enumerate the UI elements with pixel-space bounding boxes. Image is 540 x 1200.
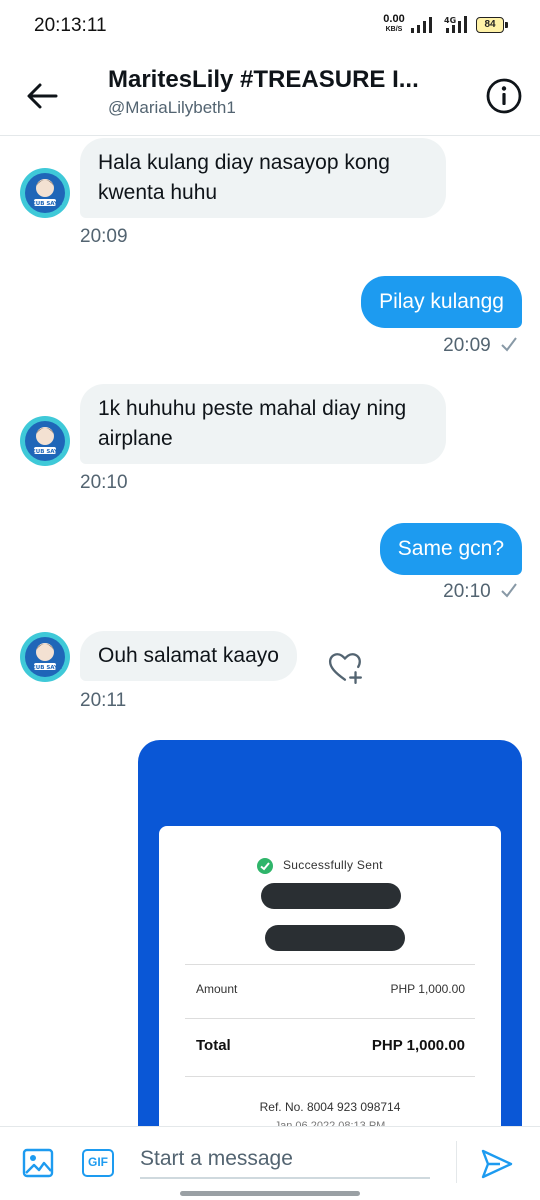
reference-number: Ref. No. 8004 923 098714 <box>259 1100 401 1114</box>
avatar-image: TEUB SAYA <box>18 630 72 684</box>
total-label: Total <box>196 1037 231 1054</box>
status-bar: 20:13:11 0.00 KB/S 4G 84 <box>0 0 540 52</box>
clock: 20:13:11 <box>34 15 107 36</box>
message-text: Pilay kulangg <box>379 290 504 313</box>
amount-label: Amount <box>196 982 238 996</box>
message-time: 20:11 <box>80 690 127 711</box>
message-time: 20:10 <box>80 472 128 493</box>
avatar-label: TEUB SAYA <box>28 449 62 455</box>
back-arrow-icon[interactable] <box>22 76 62 116</box>
avatar[interactable]: TEUB SAYA <box>18 166 72 220</box>
send-icon[interactable] <box>480 1147 514 1181</box>
message-text: Ouh salamat kaayo <box>98 644 279 667</box>
receipt-status: Successfully Sent <box>283 858 383 872</box>
amount-value: PHP 1,000.00 <box>390 982 465 996</box>
network-speed: 0.00 KB/S <box>383 13 405 34</box>
message-bubble-outgoing[interactable]: Same gcn? <box>379 523 522 575</box>
avatar-label: TEUB SAYA <box>28 201 62 207</box>
message-text: Hala kulang diay nasayop kong kwenta huh… <box>98 151 390 204</box>
message-bubble-incoming[interactable]: 1k huhuhu peste mahal diay ning airplane <box>80 384 446 464</box>
avatar[interactable]: TEUB SAYA <box>18 414 72 468</box>
message-bubble-incoming[interactable]: Ouh salamat kaayo <box>80 631 297 681</box>
avatar-image: TEUB SAYA <box>18 166 72 220</box>
network-type: 4G <box>444 16 456 25</box>
heart-plus-icon[interactable] <box>328 650 364 686</box>
redacted-bar <box>265 925 405 951</box>
message-time: 20:09 <box>443 335 518 357</box>
redacted-bar <box>261 883 401 909</box>
avatar-image: TEUB SAYA <box>18 414 72 468</box>
message-input[interactable] <box>140 1141 430 1179</box>
message-bubble-outgoing[interactable]: Pilay kulangg <box>361 276 522 328</box>
signal-icon <box>411 17 432 33</box>
attached-image[interactable]: Successfully Sent Amount PHP 1,000.00 To… <box>138 740 522 1140</box>
home-indicator <box>180 1191 360 1196</box>
message-bubble-incoming[interactable]: Hala kulang diay nasayop kong kwenta huh… <box>80 138 446 218</box>
message-time: 20:10 <box>443 581 518 603</box>
avatar-label: TEUB SAYA <box>28 665 62 671</box>
divider <box>185 1076 475 1077</box>
image-icon[interactable] <box>22 1147 54 1179</box>
message-time: 20:09 <box>80 226 128 247</box>
gif-icon[interactable]: GIF <box>82 1149 114 1177</box>
conversation-title[interactable]: MaritesLily #TREASURE I... <box>108 66 453 94</box>
receipt-card: Successfully Sent Amount PHP 1,000.00 To… <box>159 826 501 1140</box>
message-text: 1k huhuhu peste mahal diay ning airplane <box>98 397 407 450</box>
battery-icon: 84 <box>476 17 508 33</box>
divider <box>185 964 475 965</box>
checkmark-icon <box>501 583 517 598</box>
checkmark-icon <box>501 337 517 352</box>
message-text: Same gcn? <box>397 537 504 560</box>
info-icon[interactable] <box>484 76 524 116</box>
divider <box>456 1141 457 1183</box>
divider <box>185 1018 475 1019</box>
signal-4g-icon: 4G <box>444 16 467 33</box>
total-value: PHP 1,000.00 <box>371 1037 465 1054</box>
success-check-icon <box>257 858 273 874</box>
conversation-handle[interactable]: @MariaLilybeth1 <box>108 98 236 118</box>
message-composer: GIF <box>0 1126 540 1200</box>
conversation-header: MaritesLily #TREASURE I... @MariaLilybet… <box>0 52 540 136</box>
avatar[interactable]: TEUB SAYA <box>18 630 72 684</box>
